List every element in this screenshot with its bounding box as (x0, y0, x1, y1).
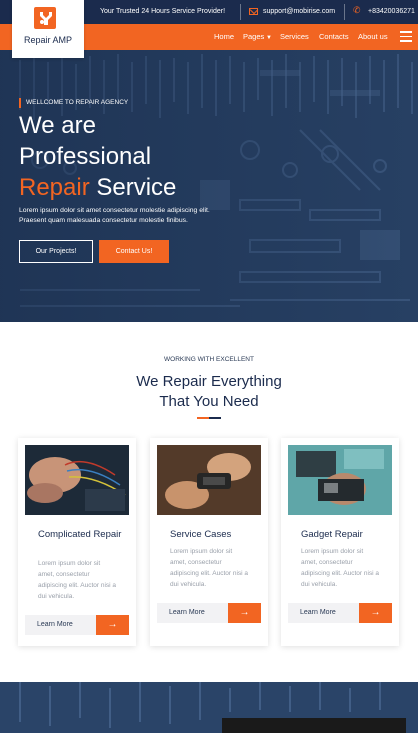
divider (344, 4, 345, 20)
phone-icon: ✆ (353, 5, 361, 15)
chevron-down-icon: ▼ (264, 35, 272, 41)
arrow-right-icon: → (359, 603, 392, 623)
hamburger-menu-icon[interactable] (400, 31, 412, 42)
phone-link[interactable]: +83420036271 (368, 8, 415, 15)
learn-more-button[interactable]: Learn More → (288, 603, 392, 623)
card-image (157, 445, 261, 515)
section-title-line1: We Repair Everything (136, 373, 282, 390)
service-card: Gadget Repair Lorem ipsum dolor sit amet… (281, 438, 399, 646)
brand-logo[interactable]: Repair AMP (12, 0, 84, 58)
section-title: We Repair Everything That You Need (0, 372, 418, 412)
hero-section: WELLCOME TO REPAIR AGENCY We are Profess… (0, 50, 418, 322)
nav-item-pages[interactable]: Pages ▼ (243, 32, 272, 41)
learn-more-button[interactable]: Learn More → (157, 603, 261, 623)
contact-us-button[interactable]: Contact Us! (99, 240, 169, 263)
divider (240, 4, 241, 20)
hero-title-rest: Service (96, 174, 177, 201)
learn-more-button[interactable]: Learn More → (25, 615, 129, 635)
support-email-link[interactable]: support@mobirise.com (263, 8, 335, 15)
hero-eyebrow: WELLCOME TO REPAIR AGENCY (19, 98, 128, 108)
section-image (222, 718, 406, 733)
learn-more-label: Learn More (37, 621, 73, 628)
hero-description: Lorem ipsum dolor sit amet consectetur m… (19, 207, 210, 224)
card-image (25, 445, 129, 515)
card-title: Service Cases (170, 529, 232, 540)
section-kicker: WORKING WITH EXCELLENT (164, 356, 254, 363)
nav-item-home[interactable]: Home (214, 32, 234, 41)
nav-item-about[interactable]: About us (358, 32, 388, 41)
next-section-band (0, 682, 418, 733)
card-title: Gadget Repair (301, 529, 363, 540)
nav-item-contacts[interactable]: Contacts (319, 32, 349, 41)
nav-item-services[interactable]: Services (280, 32, 309, 41)
nav-item-label: Pages (243, 32, 265, 41)
hero-title-line1: We are (19, 112, 96, 139)
arrow-right-icon: → (96, 615, 129, 635)
service-card: Service Cases Lorem ipsum dolor sit amet… (150, 438, 268, 646)
our-projects-button[interactable]: Our Projects! (19, 240, 93, 263)
section-title-line2: That You Need (159, 393, 259, 410)
mail-icon (249, 8, 258, 15)
tagline: Your Trusted 24 Hours Service Provider! (100, 8, 226, 15)
hero-title-line3: Repair Service (19, 172, 259, 203)
card-title: Complicated Repair (38, 529, 122, 540)
service-card: Complicated Repair Lorem ipsum dolor sit… (18, 438, 136, 646)
learn-more-label: Learn More (169, 609, 205, 616)
learn-more-label: Learn More (300, 609, 336, 616)
arrow-right-icon: → (228, 603, 261, 623)
hero-title-line2: Professional (19, 143, 152, 170)
card-text: Lorem ipsum dolor sit amet, consectetur … (170, 548, 249, 588)
card-text: Lorem ipsum dolor sit amet, consectetur … (38, 560, 117, 600)
title-underline (197, 417, 221, 419)
card-text: Lorem ipsum dolor sit amet, consectetur … (301, 548, 380, 588)
card-image (288, 445, 392, 515)
wrench-logo-icon (34, 7, 56, 29)
hero-title-highlight: Repair (19, 174, 90, 201)
brand-name: Repair AMP (23, 35, 73, 45)
hero-title: We are Professional Repair Service (19, 110, 259, 203)
